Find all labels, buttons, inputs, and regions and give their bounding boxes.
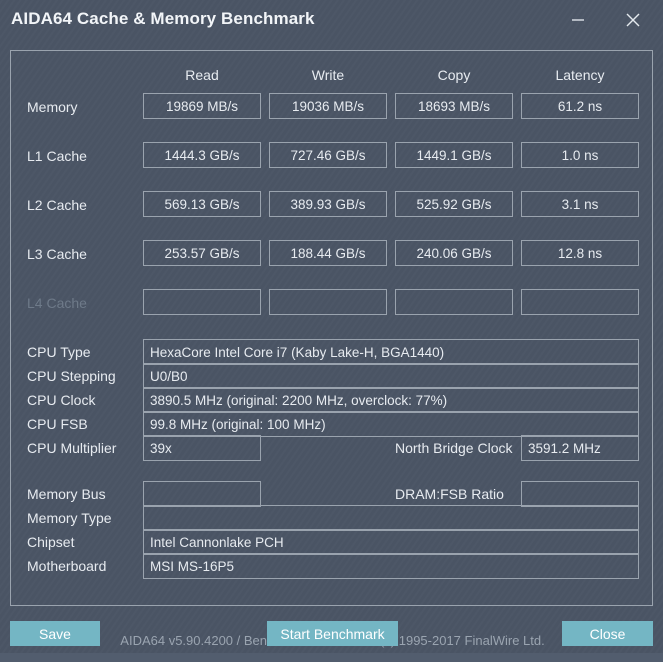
memory-read-field[interactable]: 19869 MB/s [143, 93, 261, 119]
label-cpu-type: CPU Type [27, 344, 91, 360]
label-north-bridge-clock: North Bridge Clock [395, 440, 513, 456]
label-dram-fsb-ratio: DRAM:FSB Ratio [395, 486, 504, 502]
l2-latency-field[interactable]: 3.1 ns [521, 191, 639, 217]
close-icon [626, 13, 640, 27]
l3-write-field[interactable]: 188.44 GB/s [269, 240, 387, 266]
save-button[interactable]: Save [10, 621, 100, 646]
memory-copy-field[interactable]: 18693 MB/s [395, 93, 513, 119]
label-memory-bus: Memory Bus [27, 486, 106, 502]
l4-copy-field[interactable] [395, 289, 513, 315]
row-label-l1-cache: L1 Cache [27, 148, 87, 164]
start-benchmark-button[interactable]: Start Benchmark [267, 621, 398, 646]
cpu-fsb-field[interactable]: 99.8 MHz (original: 100 MHz) [143, 411, 639, 437]
memory-latency-field[interactable]: 61.2 ns [521, 93, 639, 119]
cpu-stepping-field[interactable]: U0/B0 [143, 363, 639, 389]
memory-bus-field[interactable] [143, 481, 261, 507]
label-cpu-fsb: CPU FSB [27, 416, 88, 432]
l1-copy-field[interactable]: 1449.1 GB/s [395, 142, 513, 168]
l4-read-field[interactable] [143, 289, 261, 315]
l3-read-field[interactable]: 253.57 GB/s [143, 240, 261, 266]
label-memory-type: Memory Type [27, 510, 112, 526]
cpu-type-field[interactable]: HexaCore Intel Core i7 (Kaby Lake-H, BGA… [143, 339, 639, 365]
l3-copy-field[interactable]: 240.06 GB/s [395, 240, 513, 266]
label-cpu-stepping: CPU Stepping [27, 368, 116, 384]
north-bridge-clock-field[interactable]: 3591.2 MHz [521, 435, 639, 461]
l3-latency-field[interactable]: 12.8 ns [521, 240, 639, 266]
label-motherboard: Motherboard [27, 558, 107, 574]
cpu-clock-field[interactable]: 3890.5 MHz (original: 2200 MHz, overcloc… [143, 387, 639, 413]
l1-read-field[interactable]: 1444.3 GB/s [143, 142, 261, 168]
close-button-bottom[interactable]: Close [562, 621, 653, 646]
row-label-memory: Memory [27, 99, 78, 115]
row-label-l2-cache: L2 Cache [27, 197, 87, 213]
window-title: AIDA64 Cache & Memory Benchmark [11, 9, 315, 28]
column-header-copy: Copy [437, 67, 471, 83]
dram-fsb-ratio-field[interactable] [521, 481, 639, 507]
bottom-strip [0, 653, 663, 662]
column-header-latency: Latency [555, 67, 605, 83]
minimize-icon [572, 19, 584, 21]
label-cpu-clock: CPU Clock [27, 392, 96, 408]
title-bar: AIDA64 Cache & Memory Benchmark [0, 0, 663, 44]
close-button[interactable] [616, 5, 650, 35]
cpu-multiplier-field[interactable]: 39x [143, 435, 261, 461]
benchmark-panel: Read Write Copy Latency Memory 19869 MB/… [10, 50, 653, 648]
row-label-l4-cache: L4 Cache [27, 295, 87, 311]
chipset-field[interactable]: Intel Cannonlake PCH [143, 529, 639, 555]
l1-write-field[interactable]: 727.46 GB/s [269, 142, 387, 168]
label-cpu-multiplier: CPU Multiplier [27, 440, 117, 456]
memory-type-field[interactable] [143, 505, 639, 531]
column-header-read: Read [185, 67, 219, 83]
column-header-write: Write [311, 67, 345, 83]
row-label-l3-cache: L3 Cache [27, 246, 87, 262]
l4-write-field[interactable] [269, 289, 387, 315]
l2-copy-field[interactable]: 525.92 GB/s [395, 191, 513, 217]
minimize-button[interactable] [561, 5, 595, 35]
motherboard-field[interactable]: MSI MS-16P5 [143, 553, 639, 579]
l1-latency-field[interactable]: 1.0 ns [521, 142, 639, 168]
l4-latency-field[interactable] [521, 289, 639, 315]
label-chipset: Chipset [27, 534, 75, 550]
l2-read-field[interactable]: 569.13 GB/s [143, 191, 261, 217]
l2-write-field[interactable]: 389.93 GB/s [269, 191, 387, 217]
memory-write-field[interactable]: 19036 MB/s [269, 93, 387, 119]
